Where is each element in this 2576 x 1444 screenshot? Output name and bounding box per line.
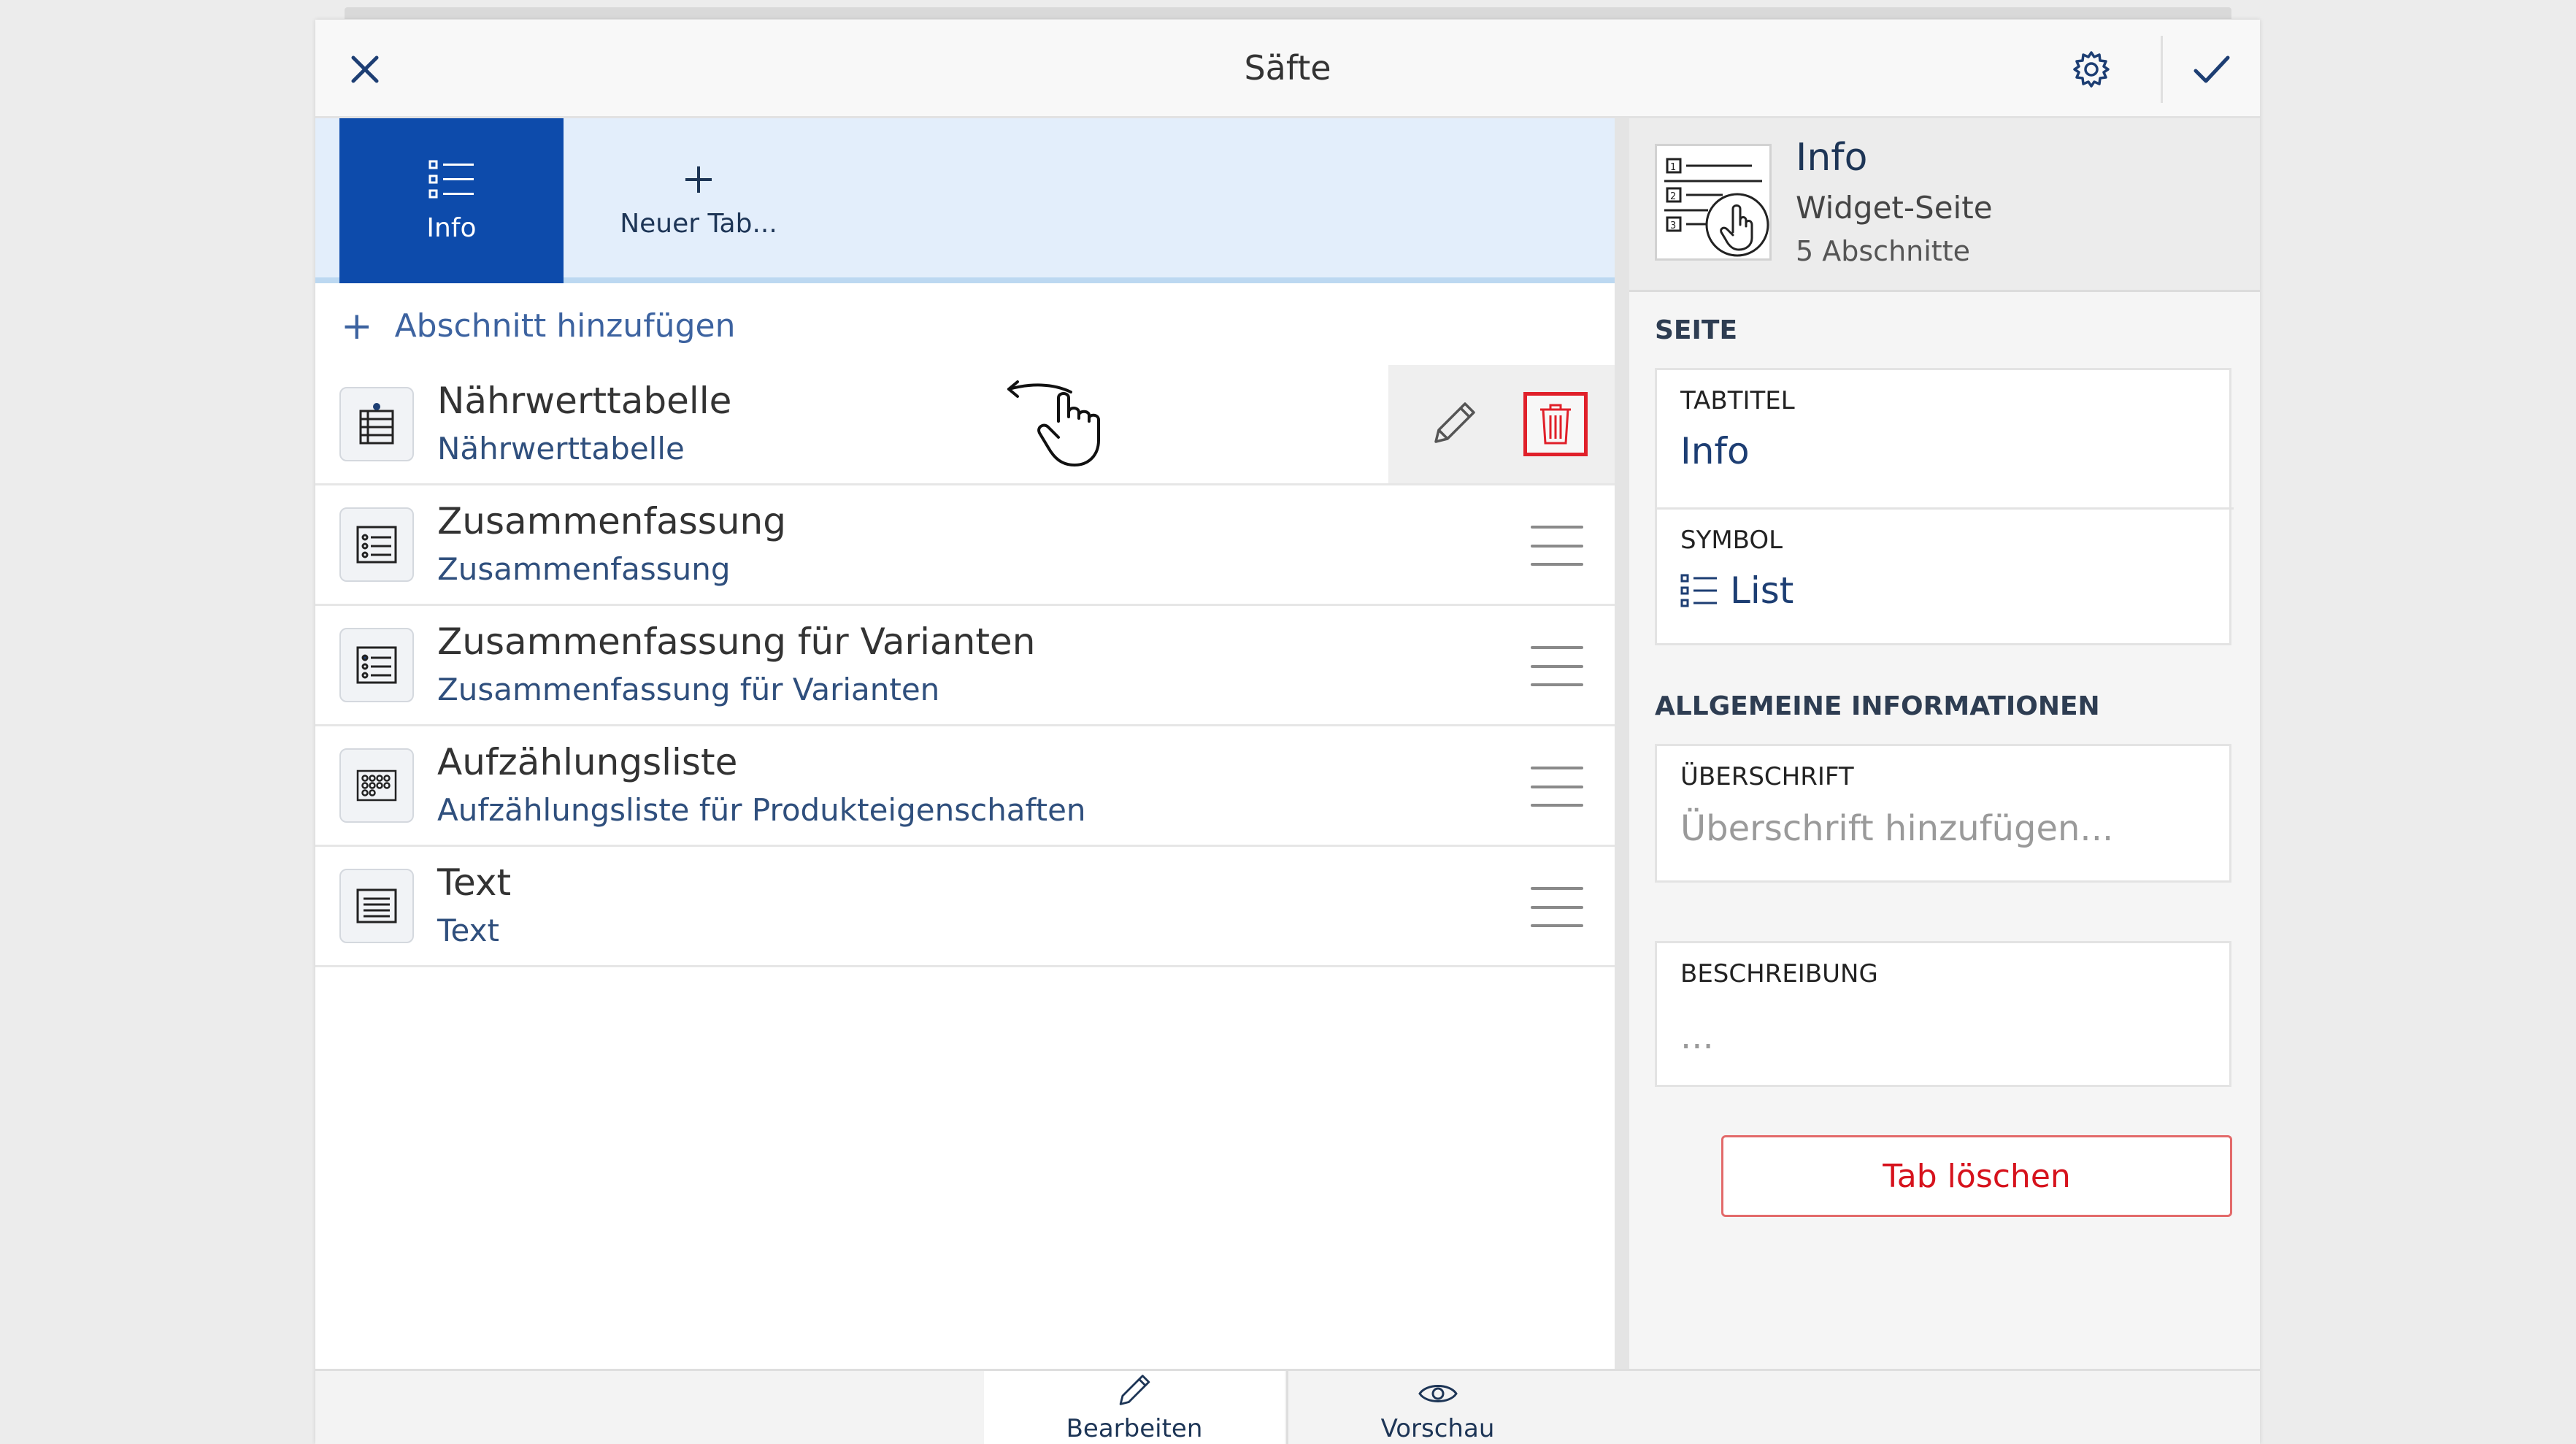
trash-icon: [1540, 404, 1571, 445]
pencil-icon: [1119, 1375, 1150, 1405]
headline-input[interactable]: Überschrift hinzufügen...: [1680, 808, 2113, 849]
properties-panel: 1 2 3 Info Widget-Seite 5 Abschnitte SEI…: [1629, 118, 2260, 1369]
header-separator: [2161, 36, 2163, 103]
edit-section-button[interactable]: [1425, 394, 1483, 453]
editor-window: Säfte Info Neuer Tab... + Abschnitt hinz…: [315, 20, 2260, 1444]
section-title: Text: [437, 861, 512, 904]
pencil-icon: [1434, 402, 1475, 443]
tab-edit[interactable]: Bearbeiten: [984, 1371, 1285, 1444]
widget-page-icon: 1 2 3: [1655, 144, 1772, 261]
section-title: Zusammenfassung für Varianten: [437, 621, 1036, 663]
drag-handle[interactable]: [1531, 887, 1583, 927]
summary-icon: [339, 507, 414, 582]
list-item[interactable]: Text Text: [315, 847, 1615, 967]
close-icon: [351, 55, 378, 82]
symbol-field[interactable]: SYMBOL List: [1657, 510, 2234, 645]
close-button[interactable]: [337, 42, 392, 96]
tab-preview[interactable]: Vorschau: [1286, 1371, 1587, 1444]
delete-section-button[interactable]: [1523, 392, 1588, 456]
add-section-button[interactable]: + Abschnitt hinzufügen: [341, 295, 735, 357]
tab-title-value: Info: [1680, 430, 1750, 472]
symbol-value-row: List: [1680, 569, 1793, 612]
delete-tab-button[interactable]: Tab löschen: [1721, 1135, 2232, 1217]
symbol-label: SYMBOL: [1680, 526, 1783, 555]
tab-info-label: Info: [426, 212, 477, 243]
settings-button[interactable]: [2064, 42, 2118, 96]
section-title: Nährwerttabelle: [437, 380, 732, 422]
drag-handle[interactable]: [1531, 526, 1583, 566]
header-bar: Säfte: [315, 20, 2260, 118]
drag-handle[interactable]: [1531, 767, 1583, 807]
section-heading-general: ALLGEMEINE INFORMATIONEN: [1655, 691, 2100, 721]
section-subtitle: Text: [437, 913, 499, 948]
description-label: BESCHREIBUNG: [1680, 959, 1878, 988]
list-item[interactable]: Zusammenfassung für Varianten Zusammenfa…: [315, 606, 1615, 726]
section-heading-page: SEITE: [1655, 315, 1738, 345]
text-icon: [339, 869, 414, 943]
bottom-tab-bar: Bearbeiten Vorschau: [315, 1369, 2260, 1444]
section-subtitle: Zusammenfassung: [437, 551, 731, 587]
add-section-label: Abschnitt hinzufügen: [394, 307, 736, 345]
info-section-count: 5 Abschnitte: [1796, 235, 1970, 267]
info-name: Info: [1796, 136, 1868, 180]
svg-text:3: 3: [1670, 220, 1676, 231]
drag-handle[interactable]: [1531, 646, 1583, 686]
svg-text:2: 2: [1670, 191, 1676, 202]
tab-preview-label: Vorschau: [1380, 1414, 1495, 1443]
page-title: Säfte: [1244, 48, 1331, 88]
row-swipe-actions: [1388, 365, 1615, 483]
symbol-value: List: [1730, 569, 1794, 612]
background-window-edge: [345, 7, 2231, 19]
list-item[interactable]: Nährwerttabelle Nährwerttabelle: [315, 365, 1615, 485]
sections-panel: Info Neuer Tab... + Abschnitt hinzufügen: [315, 118, 1615, 1369]
tab-new[interactable]: Neuer Tab...: [578, 118, 819, 283]
list-item[interactable]: Zusammenfassung Zusammenfassung: [315, 485, 1615, 606]
tab-info[interactable]: Info: [339, 118, 564, 283]
tab-new-label: Neuer Tab...: [620, 208, 777, 239]
confirm-button[interactable]: [2184, 42, 2239, 96]
section-title: Zusammenfassung: [437, 500, 786, 542]
table-icon: [339, 387, 414, 461]
headline-label: ÜBERSCHRIFT: [1680, 762, 1854, 791]
tab-edit-label: Bearbeiten: [1066, 1414, 1203, 1443]
info-type: Widget-Seite: [1796, 190, 1993, 226]
section-list: Nährwerttabelle Nährwerttabelle Zusammen…: [315, 365, 1615, 967]
bullet-grid-icon: [339, 748, 414, 823]
list-item[interactable]: Aufzählungsliste Aufzählungsliste für Pr…: [315, 726, 1615, 847]
page-fields-group: TABTITEL Info SYMBOL List: [1655, 368, 2234, 645]
section-title: Aufzählungsliste: [437, 741, 738, 783]
description-input[interactable]: ...: [1680, 1016, 1714, 1057]
description-field[interactable]: BESCHREIBUNG ...: [1655, 941, 2231, 1087]
section-subtitle: Nährwerttabelle: [437, 431, 685, 466]
check-icon: [2194, 55, 2229, 82]
gear-icon: [2072, 50, 2110, 88]
svg-text:1: 1: [1670, 162, 1676, 173]
tab-info-card: 1 2 3 Info Widget-Seite 5 Abschnitte: [1629, 118, 2260, 292]
plus-icon: +: [341, 304, 373, 348]
eye-icon: [1418, 1385, 1458, 1402]
list-icon: [1680, 574, 1717, 607]
section-subtitle: Aufzählungsliste für Produkteigenschafte…: [437, 792, 1086, 828]
plus-icon: [685, 166, 712, 193]
list-icon: [428, 160, 474, 198]
summary-icon: [339, 628, 414, 702]
panel-divider: [1615, 118, 1629, 1369]
headline-field[interactable]: ÜBERSCHRIFT Überschrift hinzufügen...: [1655, 744, 2231, 883]
tab-title-field[interactable]: TABTITEL Info: [1657, 370, 2234, 507]
section-subtitle: Zusammenfassung für Varianten: [437, 672, 940, 707]
tab-title-label: TABTITEL: [1680, 386, 1795, 415]
swipe-gesture-icon: [1007, 380, 1100, 466]
